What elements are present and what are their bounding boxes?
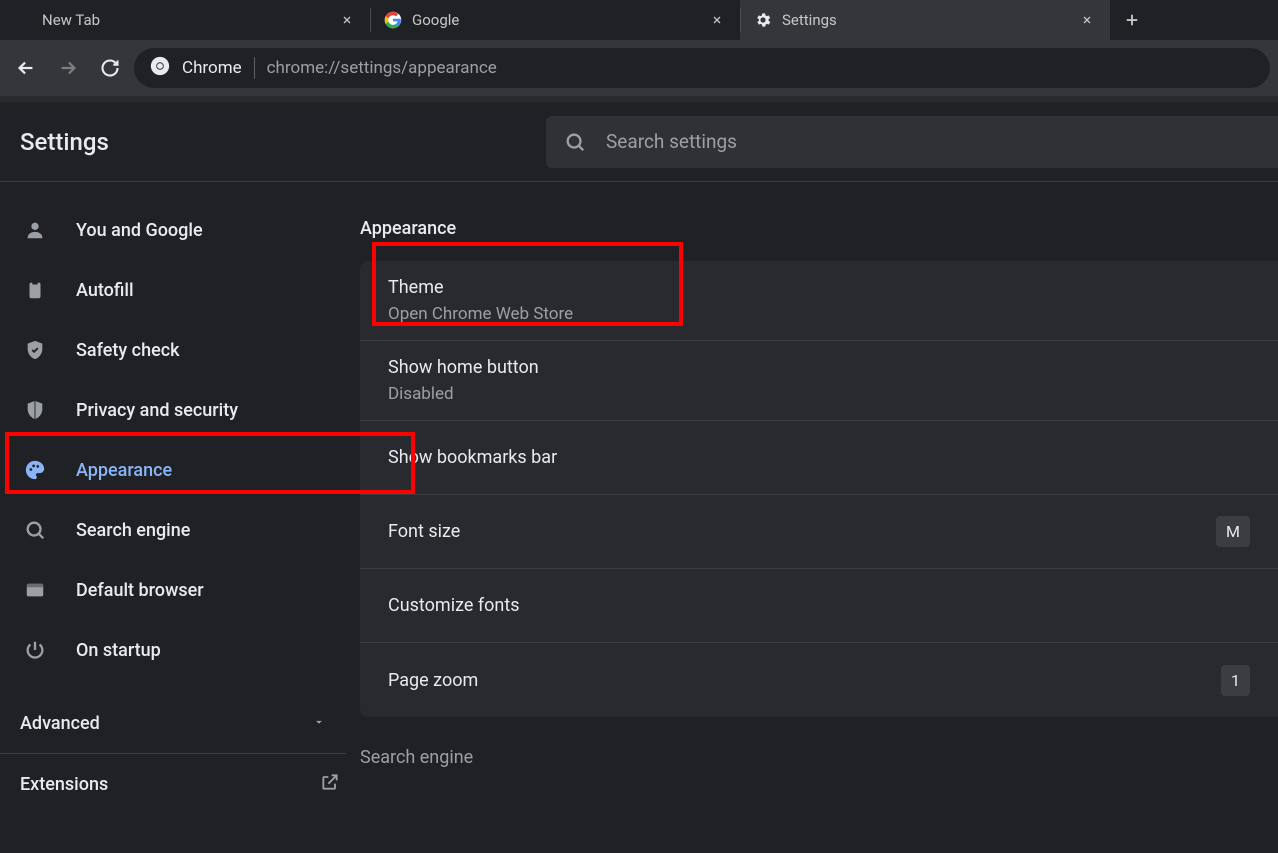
tab-settings[interactable]: Settings	[740, 0, 1110, 40]
chrome-icon	[150, 56, 170, 80]
row-bookmarks-bar[interactable]: Show bookmarks bar	[360, 421, 1278, 495]
close-icon[interactable]	[338, 11, 356, 29]
tab-title: Google	[412, 11, 698, 29]
chevron-down-icon	[312, 713, 326, 734]
row-sublabel: Disabled	[388, 384, 539, 404]
clipboard-icon	[22, 277, 48, 303]
nav-label: On startup	[76, 640, 161, 661]
nav-appearance[interactable]: Appearance	[0, 440, 360, 500]
row-sublabel: Open Chrome Web Store	[388, 304, 573, 324]
search-settings-input[interactable]: Search settings	[546, 116, 1278, 168]
google-favicon-icon	[384, 11, 402, 29]
nav-default-browser[interactable]: Default browser	[0, 560, 360, 620]
nav-search-engine[interactable]: Search engine	[0, 500, 360, 560]
section-title: Appearance	[360, 218, 1278, 239]
search-icon	[22, 517, 48, 543]
settings-title: Settings	[0, 128, 546, 156]
tab-google[interactable]: Google	[370, 0, 740, 40]
nav-label: Default browser	[76, 580, 204, 601]
page-zoom-value[interactable]: 1	[1221, 665, 1250, 696]
tab-strip: New Tab Google Settings	[0, 0, 1278, 40]
browser-icon	[22, 577, 48, 603]
row-home-button[interactable]: Show home button Disabled	[360, 341, 1278, 421]
tab-new-tab[interactable]: New Tab	[0, 0, 370, 40]
row-label: Page zoom	[388, 670, 478, 691]
nav-label: Safety check	[76, 340, 180, 361]
settings-nav: You and Google Autofill Safety check Pri…	[0, 182, 360, 853]
row-label: Customize fonts	[388, 595, 520, 616]
shield-icon	[22, 397, 48, 423]
back-button[interactable]	[8, 50, 44, 86]
tab-title: New Tab	[42, 11, 328, 29]
row-customize-fonts[interactable]: Customize fonts	[360, 569, 1278, 643]
nav-safety-check[interactable]: Safety check	[0, 320, 360, 380]
row-label: Theme	[388, 277, 573, 298]
close-icon[interactable]	[708, 11, 726, 29]
nav-label: Search engine	[76, 520, 190, 541]
url-path: chrome://settings/appearance	[267, 58, 497, 78]
person-icon	[22, 217, 48, 243]
nav-on-startup[interactable]: On startup	[0, 620, 360, 680]
nav-label: You and Google	[76, 220, 203, 241]
search-icon	[564, 131, 586, 153]
shield-check-icon	[22, 337, 48, 363]
row-label: Show home button	[388, 357, 539, 378]
external-link-icon	[320, 772, 340, 797]
new-tab-button[interactable]	[1110, 0, 1154, 40]
font-size-value[interactable]: M	[1216, 516, 1250, 547]
url-scheme-label: Chrome	[182, 58, 242, 78]
row-label: Font size	[388, 521, 460, 542]
nav-privacy-security[interactable]: Privacy and security	[0, 380, 360, 440]
nav-advanced[interactable]: Advanced	[0, 694, 346, 754]
settings-header: Settings Search settings	[0, 102, 1278, 182]
toolbar: Chrome chrome://settings/appearance	[0, 40, 1278, 96]
nav-autofill[interactable]: Autofill	[0, 260, 360, 320]
row-label: Show bookmarks bar	[388, 447, 557, 468]
nav-label: Appearance	[76, 460, 172, 481]
nav-label: Autofill	[76, 280, 134, 301]
advanced-label: Advanced	[20, 713, 100, 734]
url-divider	[254, 57, 255, 79]
blank-favicon	[14, 11, 32, 29]
nav-label: Privacy and security	[76, 400, 238, 421]
settings-body: You and Google Autofill Safety check Pri…	[0, 182, 1278, 853]
forward-button[interactable]	[50, 50, 86, 86]
nav-you-and-google[interactable]: You and Google	[0, 200, 360, 260]
close-icon[interactable]	[1078, 11, 1096, 29]
nav-extensions[interactable]: Extensions	[0, 754, 360, 814]
power-icon	[22, 637, 48, 663]
address-bar[interactable]: Chrome chrome://settings/appearance	[134, 48, 1270, 88]
reload-button[interactable]	[92, 50, 128, 86]
search-placeholder: Search settings	[606, 130, 737, 153]
palette-icon	[22, 457, 48, 483]
extensions-label: Extensions	[20, 774, 108, 795]
row-page-zoom[interactable]: Page zoom 1	[360, 643, 1278, 717]
row-theme[interactable]: Theme Open Chrome Web Store	[360, 261, 1278, 341]
gear-icon	[754, 11, 772, 29]
next-section-title: Search engine	[360, 747, 1278, 768]
appearance-card: Theme Open Chrome Web Store Show home bu…	[360, 261, 1278, 717]
tab-title: Settings	[782, 11, 1068, 29]
row-font-size[interactable]: Font size M	[360, 495, 1278, 569]
settings-content: Appearance Theme Open Chrome Web Store S…	[360, 182, 1278, 853]
